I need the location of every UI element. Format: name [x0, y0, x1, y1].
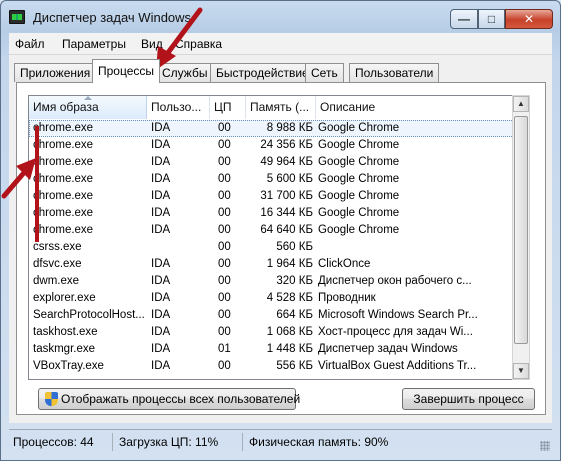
tab-processes[interactable]: Процессы	[92, 59, 161, 83]
annotation-arrow-to-processes-tab	[156, 7, 203, 70]
annotation-overlay	[1, 7, 203, 242]
annotation-arrow-to-chrome-rows	[1, 158, 36, 199]
